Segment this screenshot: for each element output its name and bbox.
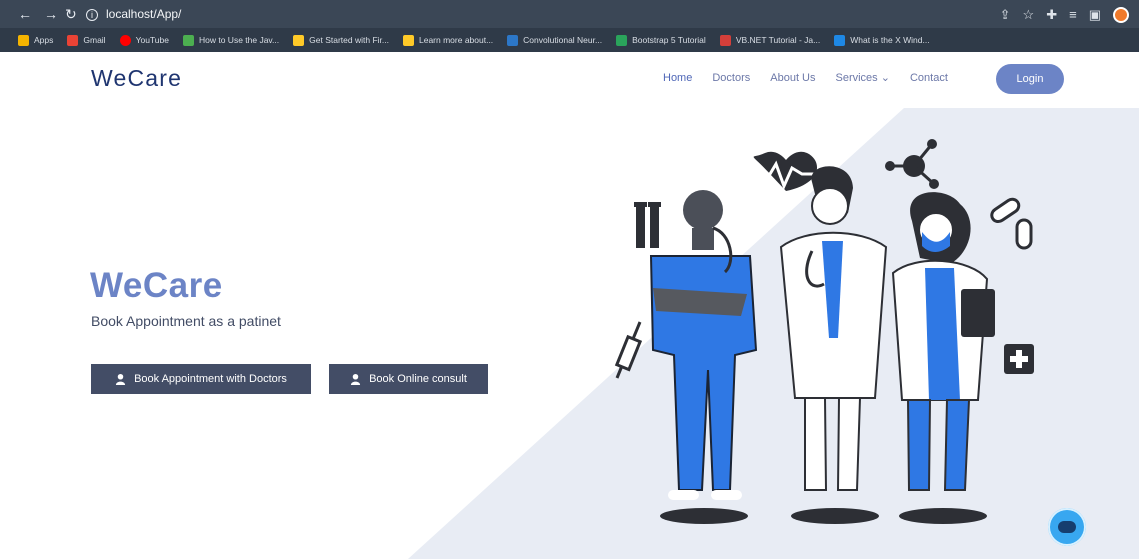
media-icon[interactable]: ≡ (1069, 7, 1077, 22)
book-doctors-button[interactable]: Book Appointment with Doctors (91, 364, 311, 394)
female-doctor-mask (891, 192, 995, 524)
male-doctor-white-coat (779, 166, 888, 524)
molecule-icon (885, 139, 939, 189)
nav-services[interactable]: Services ⌄ (836, 71, 890, 84)
url-text: localhost/App/ (106, 7, 182, 21)
bookmark-vbnet[interactable]: VB.NET Tutorial - Ja... (719, 34, 820, 46)
login-button[interactable]: Login (996, 64, 1064, 94)
site-icon (616, 34, 628, 46)
bookmark-youtube[interactable]: YouTube (119, 34, 169, 46)
browser-actions: ⇪ ☆ ✚ ≡ ▣ (1000, 5, 1129, 24)
window-icon[interactable]: ▣ (1089, 7, 1101, 23)
firebase-icon (402, 34, 414, 46)
doctors-illustration (614, 139, 1034, 524)
bookmark-firebase-start[interactable]: Get Started with Fir... (293, 34, 389, 46)
bookmarks-bar: Apps Gmail YouTube How to Use the Jav...… (0, 28, 1139, 52)
address-bar[interactable]: i localhost/App/ (86, 5, 966, 24)
chatbot-icon[interactable] (1048, 508, 1086, 546)
bookmark-apps[interactable]: Apps (18, 34, 53, 46)
book-online-consult-button[interactable]: Book Online consult (329, 364, 488, 394)
syringe-icon (614, 321, 643, 379)
site-icon (834, 34, 846, 46)
forward-icon[interactable]: → (44, 5, 58, 23)
hero-title: WeCare (90, 266, 223, 305)
bookmark-java[interactable]: How to Use the Jav... (182, 34, 279, 46)
heartbeat-icon (750, 151, 822, 191)
nav-contact[interactable]: Contact (910, 72, 948, 84)
star-icon[interactable]: ☆ (1023, 7, 1035, 23)
extensions-icon[interactable]: ✚ (1046, 7, 1057, 23)
nav-doctors[interactable]: Doctors (712, 72, 750, 84)
share-icon[interactable]: ⇪ (1000, 7, 1011, 23)
grid-icon (18, 34, 29, 46)
chevron-down-icon: ⌄ (880, 72, 890, 84)
medical-kit-icon (1004, 344, 1034, 374)
nav-about-us[interactable]: About Us (770, 72, 815, 84)
bookmark-learn-more[interactable]: Learn more about... (402, 34, 493, 46)
firebase-icon (293, 34, 305, 46)
bookmark-convolutional[interactable]: Convolutional Neur... (507, 34, 602, 46)
bookmark-bootstrap[interactable]: Bootstrap 5 Tutorial (616, 34, 706, 46)
gmail-icon (67, 34, 79, 46)
site-navbar: WeCare Home Doctors About Us Services ⌄ … (0, 52, 1139, 108)
main-menu: Home Doctors About Us Services ⌄ Contact (663, 71, 948, 85)
profile-avatar[interactable] (1113, 6, 1129, 23)
user-icon (115, 373, 126, 385)
info-icon[interactable]: i (86, 8, 98, 21)
bookmark-gmail[interactable]: Gmail (67, 34, 106, 46)
bookmark-x-window[interactable]: What is the X Wind... (834, 34, 930, 46)
browser-top-bar: ← → ↻ i localhost/App/ ⇪ ☆ ✚ ≡ ▣ (0, 0, 1139, 28)
site-icon (719, 34, 731, 46)
reload-icon[interactable]: ↻ (65, 5, 77, 23)
nav-home[interactable]: Home (663, 72, 692, 84)
hero-subtitle: Book Appointment as a patinet (91, 313, 281, 329)
back-icon[interactable]: ← (18, 5, 32, 23)
wecare-logo[interactable]: WeCare (91, 65, 182, 92)
pills-icon (990, 197, 1033, 250)
site-icon (507, 34, 519, 46)
test-tubes-icon (634, 202, 661, 248)
user-icon (350, 373, 361, 385)
site-icon (182, 34, 194, 46)
male-doctor-blue-scrubs (649, 190, 758, 524)
hero-section: WeCare Book Appointment as a patinet Boo… (0, 108, 1139, 559)
youtube-icon (119, 34, 131, 46)
